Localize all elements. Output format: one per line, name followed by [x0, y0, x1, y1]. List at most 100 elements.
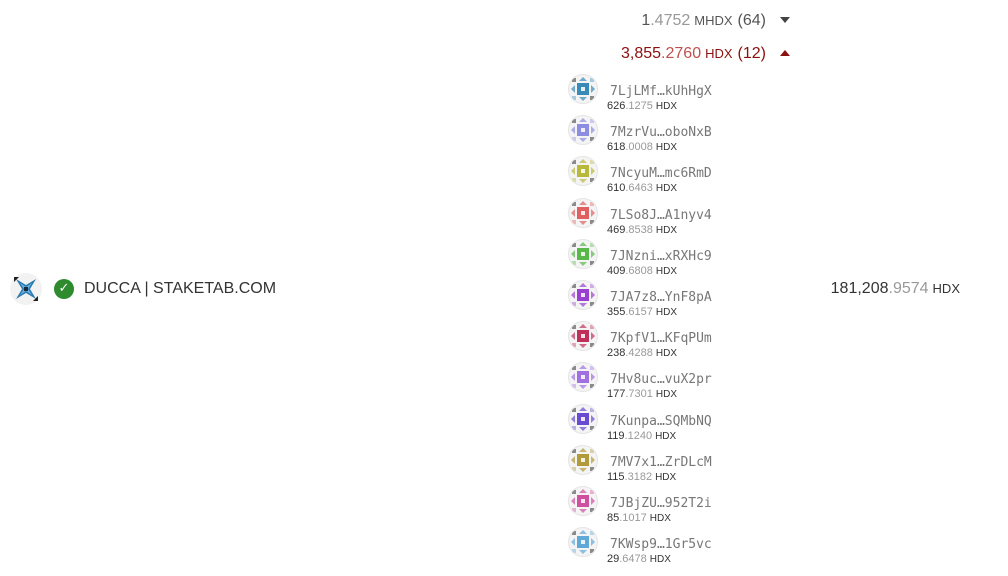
total-int: 181,208 [830, 280, 889, 297]
identicon-icon [568, 74, 598, 104]
delegator-amount-dec: .7301 [625, 388, 653, 401]
delegator-item[interactable]: 7JA7z8…YnF8pA 355.6157 HDX [568, 279, 768, 321]
delegator-amount-unit: HDX [655, 430, 677, 442]
hdx-amount-dec: .2760 [661, 45, 702, 62]
delegator-address[interactable]: 7KpfV1…KFqPUm [610, 331, 712, 346]
delegator-amount-unit: HDX [655, 306, 678, 318]
delegator-item[interactable]: 7MzrVu…oboNxB 618.0008 HDX [568, 115, 768, 156]
delegator-item[interactable]: 7Hv8uc…vuX2pr 177.7301 HDX [568, 362, 768, 403]
delegator-item[interactable]: 7JBjZU…952T2i 85.1017 HDX [568, 485, 768, 527]
delegator-amount-unit: HDX [649, 554, 671, 566]
delegator-amount-int: 618 [607, 141, 626, 154]
delegator-item[interactable]: 7KWsp9…1Gr5vc 29.6478 HDX [568, 527, 768, 568]
delegator-item[interactable]: 7NcyuM…mc6RmD 610.6463 HDX [568, 156, 768, 197]
hdx-count: (12) [737, 45, 766, 62]
delegator-item[interactable]: 7LjLMf…kUhHgX 626.1275 HDX [568, 74, 768, 115]
validator-row[interactable]: ✓ DUCCA | STAKETAB.COM [10, 273, 276, 305]
delegator-amount: 177.7301 HDX [607, 388, 677, 400]
delegator-item[interactable]: 7MV7x1…ZrDLcM 115.3182 HDX [568, 444, 768, 486]
delegator-address[interactable]: 7Kunpa…SQMbNQ [610, 414, 712, 429]
delegator-amount-int: 85 [607, 511, 620, 524]
delegator-amount-unit: HDX [655, 224, 678, 236]
delegator-amount: 119.1240 HDX [607, 430, 676, 442]
chevron-up-icon[interactable] [780, 43, 792, 61]
identicon-icon [568, 485, 598, 516]
delegator-amount: 626.1275 HDX [607, 100, 677, 112]
mhdx-unit: MHDX [694, 13, 733, 28]
delegator-amount-int: 469 [607, 223, 626, 236]
mhdx-amount-dec: .4752 [650, 12, 691, 29]
delegator-amount-int: 355 [607, 305, 626, 318]
delegator-list: 7LjLMf…kUhHgX 626.1275 HDX 7MzrVu…oboNxB 618… [568, 74, 768, 568]
delegator-amount: 409.6808 HDX [607, 265, 677, 277]
check-icon: ✓ [54, 279, 74, 299]
identicon-icon [568, 238, 598, 269]
delegator-address[interactable]: 7LSo8J…A1nyv4 [610, 208, 712, 223]
delegator-amount-int: 409 [607, 264, 626, 277]
total-dec: .9574 [888, 280, 929, 297]
delegator-amount-unit: HDX [655, 389, 678, 401]
delegator-amount-dec: .4288 [625, 347, 653, 360]
delegator-amount-dec: .6478 [619, 553, 647, 566]
identicon-icon [568, 362, 598, 393]
delegator-amount: 355.6157 HDX [607, 306, 677, 318]
delegator-amount-dec: .1017 [619, 511, 647, 524]
delegator-amount-int: 610 [607, 182, 626, 195]
delegator-amount-unit: HDX [655, 471, 677, 483]
delegator-amount-dec: .6808 [625, 264, 653, 277]
delegator-address[interactable]: 7MV7x1…ZrDLcM [610, 455, 712, 470]
delegator-amount-dec: .6463 [625, 182, 653, 195]
hdx-summary-row[interactable]: 3,855.2760 HDX (12) [621, 45, 792, 63]
validator-identicon [10, 273, 42, 305]
delegator-amount-dec: .1275 [625, 100, 653, 112]
delegator-amount-unit: HDX [655, 183, 678, 195]
delegator-address[interactable]: 7JBjZU…952T2i [610, 496, 712, 511]
hdx-amount-int: 3,855 [621, 45, 662, 62]
identicon-icon [568, 115, 598, 146]
delegator-amount: 610.6463 HDX [607, 182, 677, 194]
delegator-amount-unit: HDX [655, 142, 678, 154]
identicon-icon [568, 156, 598, 187]
delegator-amount: 29.6478 HDX [607, 553, 671, 565]
mhdx-summary-row[interactable]: 1.4752 MHDX (64) [641, 12, 792, 30]
delegator-item[interactable]: 7KpfV1…KFqPUm 238.4288 HDX [568, 321, 768, 362]
identicon-icon [568, 279, 598, 310]
identicon-icon [568, 321, 598, 352]
validator-name[interactable]: DUCCA | STAKETAB.COM [84, 280, 276, 298]
delegator-address[interactable]: 7MzrVu…oboNxB [610, 125, 712, 140]
delegator-amount: 618.0008 HDX [607, 141, 677, 153]
delegator-amount-dec: .6157 [625, 305, 653, 318]
delegator-amount-dec: .1240 [624, 429, 653, 442]
delegator-amount-dec: .3182 [624, 470, 653, 483]
delegator-amount-int: 119 [607, 429, 625, 442]
chevron-down-icon[interactable] [780, 10, 792, 28]
hdx-unit: HDX [705, 46, 733, 61]
delegator-address[interactable]: 7LjLMf…kUhHgX [610, 84, 712, 99]
delegator-amount-dec: .8538 [625, 223, 653, 236]
delegator-amount: 469.8538 HDX [607, 224, 677, 236]
delegator-item[interactable]: 7JNzni…xRXHc9 409.6808 HDX [568, 238, 768, 280]
delegator-address[interactable]: 7JA7z8…YnF8pA [610, 290, 712, 305]
mhdx-count: (64) [737, 12, 766, 29]
delegator-amount-int: 29 [607, 553, 620, 566]
delegator-amount-unit: HDX [649, 512, 671, 524]
delegator-amount: 85.1017 HDX [607, 512, 671, 524]
delegator-address[interactable]: 7NcyuM…mc6RmD [610, 166, 712, 181]
delegator-amount-dec: .0008 [625, 141, 653, 154]
total-unit: HDX [932, 281, 960, 296]
delegator-item[interactable]: 7Kunpa…SQMbNQ 119.1240 HDX [568, 403, 768, 445]
delegator-item[interactable]: 7LSo8J…A1nyv4 469.8538 HDX [568, 197, 768, 239]
validator-total-stake: 181,208.9574 HDX [831, 280, 960, 298]
mhdx-amount-int: 1 [641, 12, 651, 29]
delegator-amount-int: 238 [607, 347, 626, 360]
delegator-amount-unit: HDX [655, 265, 678, 277]
delegator-amount-int: 626 [607, 100, 626, 112]
delegator-amount-int: 177 [607, 388, 626, 401]
delegator-amount: 115.3182 HDX [607, 471, 676, 483]
delegator-amount-int: 115 [607, 470, 625, 483]
delegator-address[interactable]: 7KWsp9…1Gr5vc [610, 537, 712, 552]
identicon-icon [568, 444, 598, 475]
identicon-icon [568, 403, 598, 434]
delegator-address[interactable]: 7JNzni…xRXHc9 [610, 249, 712, 264]
delegator-address[interactable]: 7Hv8uc…vuX2pr [610, 372, 712, 387]
